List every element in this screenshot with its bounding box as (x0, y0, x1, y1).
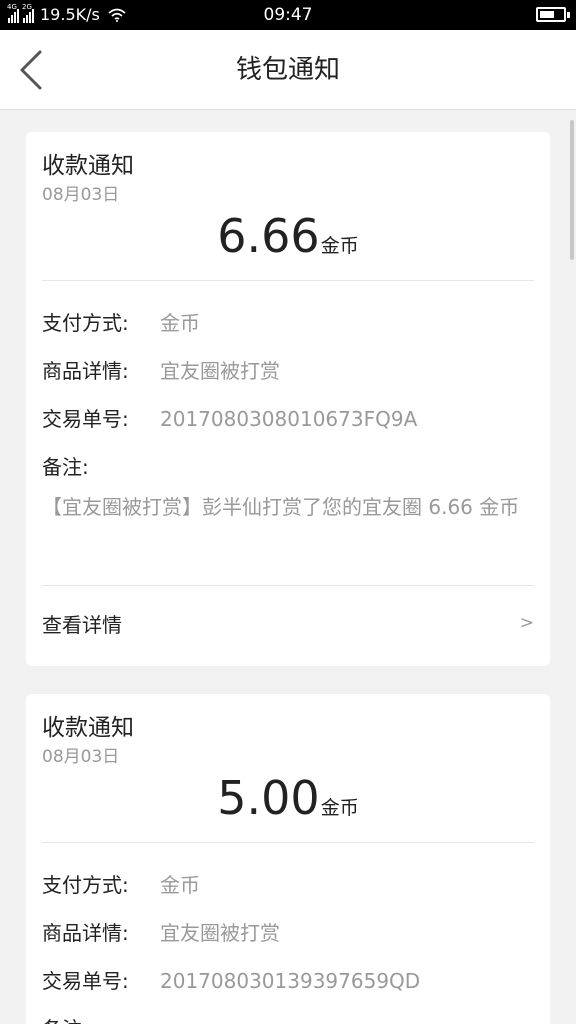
remark-label: 备注: (42, 1015, 160, 1024)
clock: 09:47 (263, 5, 313, 25)
remark-value: 【宜友圈被打赏】彭半仙打赏了您的宜友圈 6.66 金币 (42, 495, 520, 519)
amount: 6.66金币 (26, 204, 550, 268)
notification-date: 08月03日 (42, 747, 120, 767)
notification-title: 收款通知 (42, 715, 134, 741)
txn-row: 交易单号: 20170803013939765​9QD (42, 967, 420, 995)
amount-value: 5.00 (217, 771, 320, 825)
divider (42, 842, 534, 843)
notification-date: 08月03日 (42, 185, 120, 205)
notification-card: 收款通知 08月03日 6.66金币 支付方式: 金币 商品详情: 宜友圈被打赏 交… (26, 132, 550, 666)
amount-value: 6.66 (217, 209, 320, 263)
product-row: 商品详情: 宜友圈被打赏 (42, 357, 280, 385)
battery-icon (536, 7, 570, 22)
amount: 5.00金币 (26, 766, 550, 830)
product-row: 商品详情: 宜友圈被打赏 (42, 919, 280, 947)
view-details-link[interactable]: 查看详情 > (26, 586, 550, 666)
payment-method-row: 支付方式: 金币 (42, 871, 200, 899)
product-value: 宜友圈被打赏 (160, 921, 280, 945)
status-bar: 4G 2G 19.5K/s 09:47 (0, 0, 576, 30)
notification-card: 收款通知 08月03日 5.00金币 支付方式: 金币 商品详情: 宜友圈被打赏 交… (26, 694, 550, 1024)
payment-method-label: 支付方式: (42, 873, 129, 897)
nav-header: 钱包通知 (0, 30, 576, 110)
payment-method-row: 支付方式: 金币 (42, 309, 200, 337)
notification-title: 收款通知 (42, 153, 134, 179)
payment-method-label: 支付方式: (42, 311, 129, 335)
txn-value: 20170803013939765​9QD (160, 969, 421, 993)
product-label: 商品详情: (42, 921, 129, 945)
page-title: 钱包通知 (235, 55, 340, 85)
scrollbar[interactable] (570, 120, 574, 260)
product-value: 宜友圈被打赏 (160, 359, 280, 383)
txn-label: 交易单号: (42, 407, 129, 431)
amount-unit: 金币 (320, 235, 359, 257)
chevron-right-icon: > (519, 613, 534, 633)
view-details-label: 查看详情 (42, 613, 122, 637)
divider (42, 280, 534, 281)
payment-method-value: 金币 (160, 873, 200, 897)
txn-label: 交易单号: (42, 969, 129, 993)
txn-value: 2017080308010673FQ9A (160, 407, 418, 431)
remark-row: 备注: (42, 1015, 160, 1024)
remark-label: 备注: (42, 455, 89, 479)
amount-unit: 金币 (320, 797, 359, 819)
product-label: 商品详情: (42, 359, 129, 383)
payment-method-value: 金币 (160, 311, 200, 335)
remark-row: 备注: (42, 453, 160, 481)
txn-row: 交易单号: 2017080308010673FQ9A (42, 405, 417, 433)
